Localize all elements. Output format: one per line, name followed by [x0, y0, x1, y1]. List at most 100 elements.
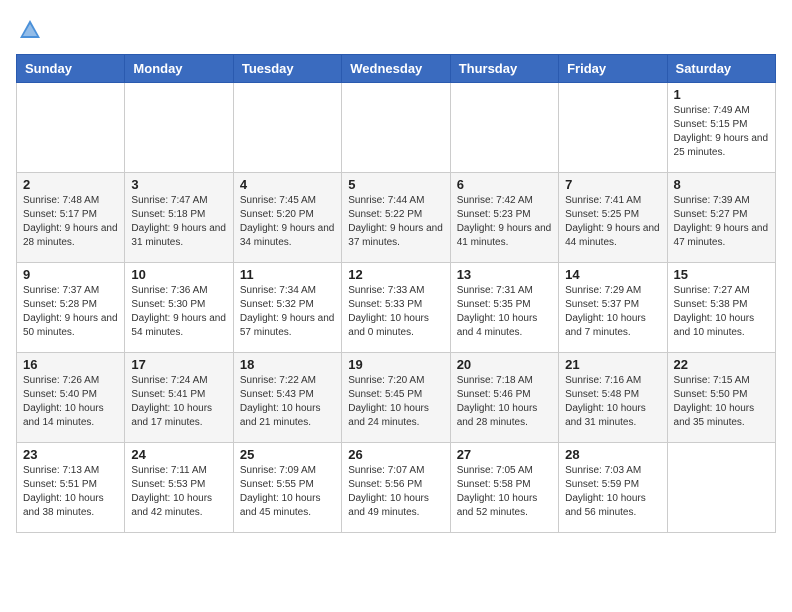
day-number: 15 — [674, 267, 769, 282]
page-header — [16, 16, 776, 44]
calendar-cell — [17, 83, 125, 173]
day-number: 6 — [457, 177, 552, 192]
day-info: Sunrise: 7:42 AM Sunset: 5:23 PM Dayligh… — [457, 194, 552, 250]
day-info: Sunrise: 7:39 AM Sunset: 5:27 PM Dayligh… — [674, 194, 769, 250]
calendar-week-row: 1Sunrise: 7:49 AM Sunset: 5:15 PM Daylig… — [17, 83, 776, 173]
calendar-cell: 19 Sunrise: 7:20 AM Sunset: 5:45 PM Dayli… — [342, 353, 450, 443]
calendar-cell: 18 Sunrise: 7:22 AM Sunset: 5:43 PM Dayli… — [233, 353, 341, 443]
calendar-cell: 13Sunrise: 7:31 AM Sunset: 5:35 PM Dayli… — [450, 263, 558, 353]
day-number: 4 — [240, 177, 335, 192]
day-number: 17 — [131, 357, 226, 372]
day-number: 20 — [457, 357, 552, 372]
day-info: Sunrise: 7:15 AM Sunset: 5:50 PM Dayligh… — [674, 374, 769, 430]
day-number: 5 — [348, 177, 443, 192]
calendar-table: SundayMondayTuesdayWednesdayThursdayFrid… — [16, 54, 776, 533]
weekday-header: Thursday — [450, 55, 558, 83]
day-number: 21 — [565, 357, 660, 372]
day-info: Sunrise: 7:22 AM Sunset: 5:43 PM Dayligh… — [240, 374, 335, 430]
day-info: Sunrise: 7:27 AM Sunset: 5:38 PM Dayligh… — [674, 284, 769, 340]
calendar-cell: 12 Sunrise: 7:33 AM Sunset: 5:33 PM Dayli… — [342, 263, 450, 353]
day-number: 10 — [131, 267, 226, 282]
calendar-cell: 24 Sunrise: 7:11 AM Sunset: 5:53 PM Dayli… — [125, 443, 233, 533]
day-info: Sunrise: 7:24 AM Sunset: 5:41 PM Dayligh… — [131, 374, 226, 430]
day-info: Sunrise: 7:37 AM Sunset: 5:28 PM Dayligh… — [23, 284, 118, 340]
calendar-cell: 2 Sunrise: 7:48 AM Sunset: 5:17 PM Daylig… — [17, 173, 125, 263]
weekday-header: Saturday — [667, 55, 775, 83]
calendar-cell: 8 Sunrise: 7:39 AM Sunset: 5:27 PM Daylig… — [667, 173, 775, 263]
day-info: Sunrise: 7:16 AM Sunset: 5:48 PM Dayligh… — [565, 374, 660, 430]
day-info: Sunrise: 7:05 AM Sunset: 5:58 PM Dayligh… — [457, 464, 552, 520]
weekday-header: Sunday — [17, 55, 125, 83]
day-info: Sunrise: 7:11 AM Sunset: 5:53 PM Dayligh… — [131, 464, 226, 520]
day-info: Sunrise: 7:36 AM Sunset: 5:30 PM Dayligh… — [131, 284, 226, 340]
day-info: Sunrise: 7:09 AM Sunset: 5:55 PM Dayligh… — [240, 464, 335, 520]
calendar-week-row: 16 Sunrise: 7:26 AM Sunset: 5:40 PM Dayli… — [17, 353, 776, 443]
day-info: Sunrise: 7:29 AM Sunset: 5:37 PM Dayligh… — [565, 284, 660, 340]
calendar-cell — [233, 83, 341, 173]
calendar-cell: 10 Sunrise: 7:36 AM Sunset: 5:30 PM Dayli… — [125, 263, 233, 353]
day-info: Sunrise: 7:41 AM Sunset: 5:25 PM Dayligh… — [565, 194, 660, 250]
calendar-cell — [125, 83, 233, 173]
day-number: 12 — [348, 267, 443, 282]
day-number: 9 — [23, 267, 118, 282]
calendar-cell — [342, 83, 450, 173]
calendar-cell: 21 Sunrise: 7:16 AM Sunset: 5:48 PM Dayli… — [559, 353, 667, 443]
day-number: 2 — [23, 177, 118, 192]
weekday-header: Wednesday — [342, 55, 450, 83]
day-info: Sunrise: 7:45 AM Sunset: 5:20 PM Dayligh… — [240, 194, 335, 250]
day-info: Sunrise: 7:34 AM Sunset: 5:32 PM Dayligh… — [240, 284, 335, 340]
calendar-cell: 25Sunrise: 7:09 AM Sunset: 5:55 PM Dayli… — [233, 443, 341, 533]
day-info: Sunrise: 7:13 AM Sunset: 5:51 PM Dayligh… — [23, 464, 118, 520]
calendar-cell: 22 Sunrise: 7:15 AM Sunset: 5:50 PM Dayli… — [667, 353, 775, 443]
calendar-header-row: SundayMondayTuesdayWednesdayThursdayFrid… — [17, 55, 776, 83]
calendar-week-row: 9 Sunrise: 7:37 AM Sunset: 5:28 PM Daylig… — [17, 263, 776, 353]
day-number: 19 — [348, 357, 443, 372]
weekday-header: Tuesday — [233, 55, 341, 83]
calendar-cell: 5 Sunrise: 7:44 AM Sunset: 5:22 PM Daylig… — [342, 173, 450, 263]
day-number: 3 — [131, 177, 226, 192]
day-info: Sunrise: 7:48 AM Sunset: 5:17 PM Dayligh… — [23, 194, 118, 250]
day-number: 23 — [23, 447, 118, 462]
day-number: 18 — [240, 357, 335, 372]
weekday-header: Monday — [125, 55, 233, 83]
calendar-cell: 3 Sunrise: 7:47 AM Sunset: 5:18 PM Daylig… — [125, 173, 233, 263]
day-number: 8 — [674, 177, 769, 192]
day-info: Sunrise: 7:47 AM Sunset: 5:18 PM Dayligh… — [131, 194, 226, 250]
day-number: 28 — [565, 447, 660, 462]
day-info: Sunrise: 7:26 AM Sunset: 5:40 PM Dayligh… — [23, 374, 118, 430]
logo-icon — [16, 16, 44, 44]
calendar-cell: 7Sunrise: 7:41 AM Sunset: 5:25 PM Daylig… — [559, 173, 667, 263]
calendar-cell — [450, 83, 558, 173]
day-number: 14 — [565, 267, 660, 282]
day-info: Sunrise: 7:18 AM Sunset: 5:46 PM Dayligh… — [457, 374, 552, 430]
day-number: 11 — [240, 267, 335, 282]
calendar-cell — [559, 83, 667, 173]
calendar-cell: 27 Sunrise: 7:05 AM Sunset: 5:58 PM Dayli… — [450, 443, 558, 533]
day-number: 16 — [23, 357, 118, 372]
calendar-week-row: 23 Sunrise: 7:13 AM Sunset: 5:51 PM Dayli… — [17, 443, 776, 533]
calendar-cell: 26 Sunrise: 7:07 AM Sunset: 5:56 PM Dayli… — [342, 443, 450, 533]
day-info: Sunrise: 7:44 AM Sunset: 5:22 PM Dayligh… — [348, 194, 443, 250]
day-number: 22 — [674, 357, 769, 372]
day-number: 26 — [348, 447, 443, 462]
day-number: 27 — [457, 447, 552, 462]
day-info: Sunrise: 7:33 AM Sunset: 5:33 PM Dayligh… — [348, 284, 443, 340]
calendar-cell — [667, 443, 775, 533]
calendar-cell: 4 Sunrise: 7:45 AM Sunset: 5:20 PM Daylig… — [233, 173, 341, 263]
day-number: 13 — [457, 267, 552, 282]
calendar-week-row: 2 Sunrise: 7:48 AM Sunset: 5:17 PM Daylig… — [17, 173, 776, 263]
calendar-cell: 15 Sunrise: 7:27 AM Sunset: 5:38 PM Dayli… — [667, 263, 775, 353]
day-number: 1 — [674, 87, 769, 102]
day-info: Sunrise: 7:03 AM Sunset: 5:59 PM Dayligh… — [565, 464, 660, 520]
calendar-cell: 16 Sunrise: 7:26 AM Sunset: 5:40 PM Dayli… — [17, 353, 125, 443]
calendar-cell: 11 Sunrise: 7:34 AM Sunset: 5:32 PM Dayli… — [233, 263, 341, 353]
day-info: Sunrise: 7:07 AM Sunset: 5:56 PM Dayligh… — [348, 464, 443, 520]
calendar-cell: 17 Sunrise: 7:24 AM Sunset: 5:41 PM Dayli… — [125, 353, 233, 443]
day-info: Sunrise: 7:20 AM Sunset: 5:45 PM Dayligh… — [348, 374, 443, 430]
calendar-cell: 6 Sunrise: 7:42 AM Sunset: 5:23 PM Daylig… — [450, 173, 558, 263]
calendar-cell: 20 Sunrise: 7:18 AM Sunset: 5:46 PM Dayli… — [450, 353, 558, 443]
calendar-cell: 9 Sunrise: 7:37 AM Sunset: 5:28 PM Daylig… — [17, 263, 125, 353]
weekday-header: Friday — [559, 55, 667, 83]
day-number: 24 — [131, 447, 226, 462]
calendar-cell: 23 Sunrise: 7:13 AM Sunset: 5:51 PM Dayli… — [17, 443, 125, 533]
